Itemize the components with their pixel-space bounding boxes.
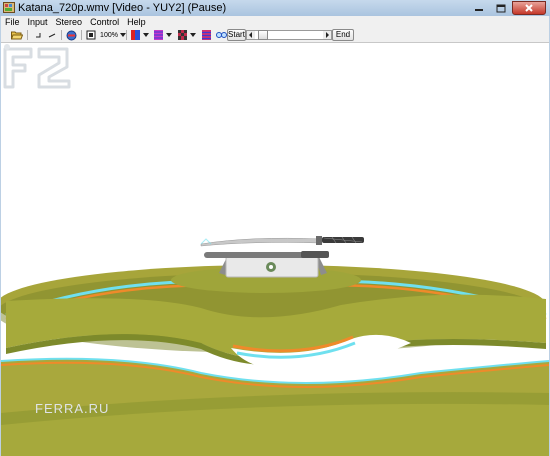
- interlace-icon: [154, 30, 163, 40]
- seek-left-arrow[interactable]: [247, 31, 255, 39]
- toolbar: 100% Start End: [1, 28, 549, 43]
- anaglyph-left-icon: [131, 30, 140, 40]
- toolbar-separator: [126, 30, 127, 40]
- seek-thumb[interactable]: [257, 30, 268, 40]
- chevron-down-icon: [190, 33, 196, 37]
- seek-bar[interactable]: [246, 30, 332, 40]
- color-mode-dropdown[interactable]: [176, 29, 198, 41]
- title-bar[interactable]: Katana_720p.wmv [Video - YUY2] (Pause): [0, 0, 550, 16]
- toolbar-separator: [81, 30, 82, 40]
- menu-control[interactable]: Control: [86, 16, 123, 28]
- video-frame: [1, 236, 549, 456]
- window-title: Katana_720p.wmv [Video - YUY2] (Pause): [18, 2, 227, 14]
- zoom-level: 100%: [100, 31, 118, 39]
- menu-help[interactable]: Help: [123, 16, 150, 28]
- app-icon: [3, 2, 15, 13]
- stereo-settings-icon: [66, 30, 76, 40]
- end-button[interactable]: End: [332, 29, 354, 41]
- minimize-icon: [475, 9, 483, 11]
- glasses-icon: [215, 32, 227, 38]
- minimize-button[interactable]: [468, 1, 490, 15]
- arrow-right-icon: [326, 32, 329, 38]
- checkerboard-icon: [178, 30, 187, 40]
- start-button[interactable]: Start: [227, 29, 246, 41]
- output-mode-dropdown[interactable]: [129, 29, 151, 41]
- mark-out-icon: [48, 33, 56, 38]
- mark-out-button[interactable]: [46, 29, 58, 41]
- player-window: Katana_720p.wmv [Video - YUY2] (Pause) F…: [0, 0, 550, 456]
- katana-tsuba: [316, 236, 322, 245]
- video-viewport[interactable]: FERRA.RU: [1, 43, 549, 456]
- chevron-down-icon: [143, 33, 149, 37]
- maximize-button[interactable]: [490, 1, 512, 15]
- menu-bar: File Input Stereo Control Help: [1, 16, 549, 28]
- close-button[interactable]: [512, 1, 546, 15]
- zoom-dropdown[interactable]: 100%: [100, 29, 126, 41]
- ferra-logo: [3, 44, 71, 89]
- menu-input[interactable]: Input: [24, 16, 52, 28]
- menu-stereo[interactable]: Stereo: [52, 16, 87, 28]
- open-file-button[interactable]: [10, 29, 24, 41]
- saya-tip: [301, 251, 329, 258]
- row-interleave-button[interactable]: [200, 29, 212, 41]
- fullscreen-icon: [86, 30, 96, 40]
- maximize-icon: [496, 4, 506, 12]
- seek-right-arrow[interactable]: [323, 31, 331, 39]
- chevron-down-icon: [166, 33, 172, 37]
- stand-emblem-center: [269, 265, 273, 269]
- toolbar-separator: [61, 30, 62, 40]
- folder-open-icon: [11, 31, 23, 40]
- mark-in-icon: [36, 33, 41, 38]
- watermark-text: FERRA.RU: [35, 401, 110, 416]
- row-interleave-icon: [201, 30, 211, 40]
- arrow-left-icon: [249, 32, 252, 38]
- katana-blade: [200, 237, 322, 247]
- toolbar-separator: [27, 30, 28, 40]
- glasses-button[interactable]: [215, 29, 227, 41]
- close-icon: [525, 4, 533, 12]
- mark-in-button[interactable]: [32, 29, 44, 41]
- menu-file[interactable]: File: [1, 16, 24, 28]
- interlace-mode-dropdown[interactable]: [152, 29, 174, 41]
- stereo-settings-button[interactable]: [65, 29, 77, 41]
- fullscreen-button[interactable]: [85, 29, 97, 41]
